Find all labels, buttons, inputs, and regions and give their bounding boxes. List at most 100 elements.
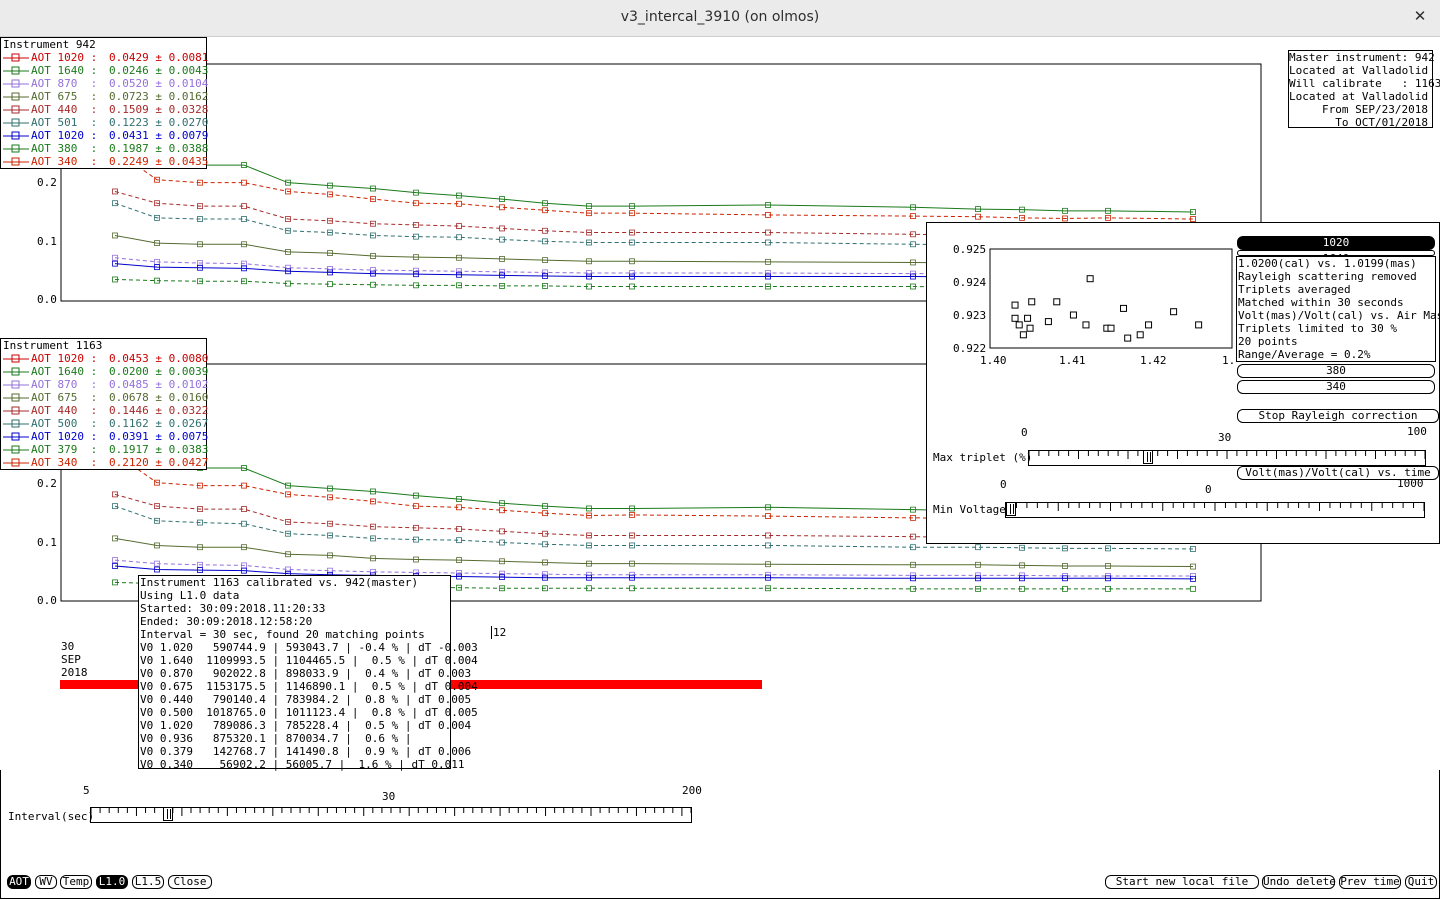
scatter-point [1120,304,1128,312]
result-line: V0 0.379 142768.7 | 141490.8 | 0.9 % | d… [140,745,472,758]
legend-marker-icon [3,380,29,389]
master-line: To OCT/01/2018 [1335,116,1428,129]
top-ytick-label: 0.0 [37,293,57,306]
result-line: Using L1.0 data [140,589,240,602]
legend-label: AOT 340 : [31,456,98,469]
l15-button[interactable]: L1.5 [132,875,164,889]
legend-marker-icon [3,92,29,101]
channel-1020-button[interactable]: 1020 [1237,236,1435,250]
voltage-min-label: 0 [1000,478,1007,491]
scatter-point [1069,311,1077,319]
start-new-local-file-button[interactable]: Start new local file [1105,875,1259,889]
triplet-mid-label: 30 [1218,431,1232,444]
legend-label: AOT 501 : [31,116,98,129]
legend-label: AOT 1640 : [31,365,98,378]
master-line: From SEP/23/2018 [1322,103,1428,116]
legend-value: 0.0520 ± 0.0104 [109,77,209,90]
interval-mid-label: 30 [382,790,396,803]
triplet-min-label: 0 [1021,426,1028,439]
legend-label: AOT 379 : [31,443,98,456]
slider-thumb[interactable] [1142,450,1153,464]
undo-delete-button[interactable]: Undo delete [1262,875,1336,889]
result-line: Instrument 1163 calibrated vs. 942(maste… [140,576,419,589]
legend-value: 0.1987 ± 0.0388 [109,142,209,155]
legend-marker-icon [3,458,29,467]
bottom-legend: Instrument 1163 AOT 1020 : 0.0453 ± 0.008… [0,338,209,470]
temp-button[interactable]: Temp [60,875,92,889]
series-line [114,559,1193,577]
scatter-point [1086,275,1094,283]
max-triplet-slider[interactable] [1028,450,1426,466]
slider-thumb[interactable] [1006,502,1016,516]
voltage-mid-label: 0 [1205,483,1212,496]
scatter-point [1082,321,1090,329]
legend-marker-icon [3,432,29,441]
matching-info-box: 1.0200(cal) vs. 1.0199(mas) Rayleigh sca… [1236,256,1440,362]
aot-button[interactable]: AOT [7,875,31,889]
result-line: Ended: 30:09:2018.12:58:20 [140,615,313,628]
min-voltage-label: Min Voltage [933,503,1006,516]
slider-thumb[interactable] [162,807,173,821]
wv-button[interactable]: WV [35,875,57,889]
legend-marker-icon [3,354,29,363]
scatter-point [1011,301,1019,309]
scatter-ytick: 0.923 [953,309,987,322]
info-line: Matched within 30 seconds [1238,296,1404,309]
legend-value: 0.0246 ± 0.0043 [109,64,209,77]
quit-button[interactable]: Quit [1405,875,1437,889]
legend-label: AOT 380 : [31,142,98,155]
legend-label: AOT 675 : [31,391,98,404]
legend-label: AOT 340 : [31,155,98,168]
close-button[interactable]: Close [168,875,212,889]
master-info-box: Master instrument: 942 Located at Vallad… [1288,50,1440,129]
scatter-points [1011,275,1203,342]
info-line: Rayleigh scattering removed [1238,270,1417,283]
legend-value: 0.0200 ± 0.0039 [109,365,209,378]
scatter-xtick: 1.42 [1140,354,1167,367]
legend-value: 0.0431 ± 0.0079 [109,129,209,142]
legend-marker-icon [3,406,29,415]
top-ytick-label: 0.1 [37,235,57,248]
result-line: Started: 30:09:2018.11:20:33 [140,602,326,615]
legend-value: 0.0453 ± 0.0080 [109,352,209,365]
date-year: 2018 [61,666,88,679]
interval-slider[interactable] [90,807,692,823]
window-titlebar: v3_intercal_3910 (on olmos) ✕ [0,0,1440,37]
legend-marker-icon [3,445,29,454]
legend-value: 0.1917 ± 0.0383 [109,443,209,456]
top-ytick-label: 0.2 [37,176,57,189]
stop-rayleigh-button[interactable]: Stop Rayleigh correction [1237,409,1439,423]
slider-track [1006,503,1424,511]
min-voltage-slider[interactable] [1005,502,1425,518]
legend-title: Instrument 1163 [3,339,103,352]
channel-380-button[interactable]: 380 [1237,364,1435,378]
interval-label: Interval(sec) [8,810,95,823]
legend-marker-icon [3,66,29,75]
legend-label: AOT 440 : [31,103,98,116]
prev-time-button[interactable]: Prev time [1339,875,1401,889]
window-title: v3_intercal_3910 (on olmos) [620,9,820,25]
scatter-point [1028,298,1036,306]
legend-marker-icon [3,105,29,114]
scatter-point [1024,314,1032,322]
series-line [114,149,1194,220]
calibration-settings-panel: 0.925 0.924 0.923 0.922 1.40 1.41 1.42 1… [926,222,1440,544]
legend-label: AOT 870 : [31,77,98,90]
interval-min-label: 5 [83,784,90,797]
close-icon[interactable]: ✕ [1410,7,1430,27]
result-line: V0 1.020 789086.3 | 785228.4 | 0.5 % | d… [140,719,472,732]
calibration-result-box: Instrument 1163 calibrated vs. 942(maste… [138,575,478,771]
legend-marker-icon [3,367,29,376]
l10-button[interactable]: L1.0 [96,875,128,889]
result-line: V0 0.440 790140.4 | 783984.2 | 0.8 % | d… [140,693,472,706]
legend-value: 0.1162 ± 0.0267 [109,417,209,430]
max-triplet-label: Max triplet (%) [933,451,1033,464]
legend-value: 0.1509 ± 0.0328 [109,103,209,116]
legend-label: AOT 440 : [31,404,98,417]
legend-value: 0.1223 ± 0.0270 [109,116,209,129]
legend-label: AOT 1640 : [31,64,98,77]
legend-value: 0.2120 ± 0.0427 [109,456,209,469]
slider-track [91,808,691,816]
legend-value: 0.1446 ± 0.0322 [109,404,209,417]
channel-340-button[interactable]: 340 [1237,380,1435,394]
